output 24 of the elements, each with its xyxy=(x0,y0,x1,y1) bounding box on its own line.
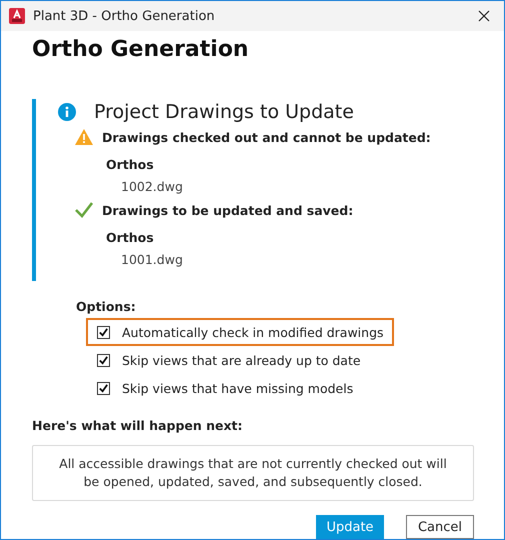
cancel-button[interactable]: Cancel xyxy=(406,515,474,539)
info-icon xyxy=(58,103,76,121)
checkmark-icon xyxy=(75,202,93,218)
folder-name: Orthos xyxy=(106,157,155,172)
options-label: Options: xyxy=(76,299,137,314)
file-name: 1001.dwg xyxy=(121,252,184,267)
checkmark-icon xyxy=(98,382,109,394)
checkmark-icon xyxy=(98,354,109,366)
folder-name: Orthos xyxy=(106,230,155,245)
close-icon[interactable] xyxy=(478,10,490,22)
group-label: Drawings checked out and cannot be updated: xyxy=(102,130,431,144)
group-label: Drawings to be updated and saved: xyxy=(102,202,354,218)
window-title: Plant 3D - Ortho Generation xyxy=(33,8,216,24)
file-name: 1002.dwg xyxy=(121,179,184,194)
dialog-heading: Ortho Generation xyxy=(32,36,250,64)
message-text: All accessible drawings that are not currently checked out will be opened, updated, saved, and subsequently closed. xyxy=(58,455,448,491)
option-checkbox[interactable]: Skip views that have missing models xyxy=(97,380,354,396)
app-icon xyxy=(9,8,25,24)
option-checkbox[interactable]: Skip views that are already up to date xyxy=(97,352,361,368)
option-checkbox[interactable]: Automatically check in modified drawings xyxy=(97,324,384,340)
warning-icon xyxy=(75,129,93,145)
checkmark-icon xyxy=(98,326,109,338)
panel-title: Project Drawings to Update xyxy=(94,101,354,123)
next-label: Here's what will happen next: xyxy=(32,418,244,433)
